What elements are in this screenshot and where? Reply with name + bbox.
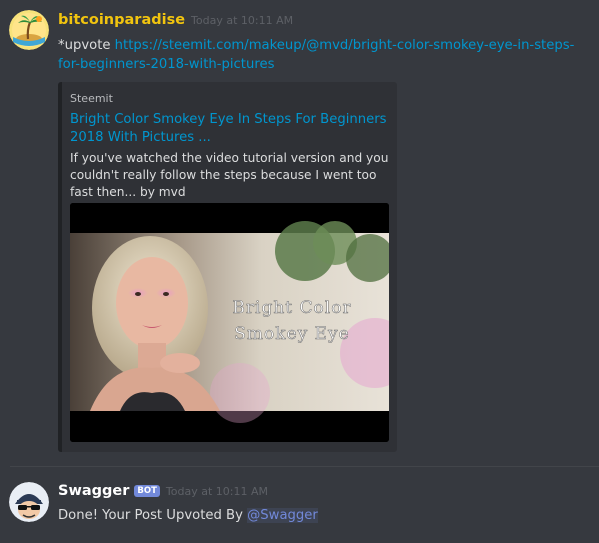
sunglasses-bot-icon — [9, 482, 49, 522]
palm-island-icon — [9, 10, 49, 50]
message-header: Swagger BOT Today at 10:11 AM — [58, 483, 268, 499]
bot-badge: BOT — [134, 485, 160, 497]
message-bitcoinparadise: bitcoinparadise Today at 10:11 AM *upvot… — [0, 0, 599, 462]
message-swagger: Swagger BOT Today at 10:11 AM Done! Your… — [0, 470, 599, 543]
message-header: bitcoinparadise Today at 10:11 AM — [58, 12, 293, 28]
image-caption-line1: Bright Color — [232, 298, 351, 318]
image-caption-line2: Smokey Eye — [234, 324, 349, 344]
embed-title[interactable]: Bright Color Smokey Eye In Steps For Beg… — [70, 111, 390, 147]
message-content: Done! Your Post Upvoted By @Swagger — [58, 506, 591, 525]
message-link[interactable]: https://steemit.com/makeup/@mvd/bright-c… — [58, 38, 574, 72]
avatar[interactable] — [9, 482, 49, 522]
embed-description: If you've watched the video tutorial ver… — [70, 151, 389, 199]
message-content: *upvote https://steemit.com/makeup/@mvd/… — [58, 36, 591, 74]
embed-thumbnail-image[interactable]: Bright Color Smokey Eye — [70, 203, 389, 442]
timestamp: Today at 10:11 AM — [165, 485, 268, 498]
message-divider — [10, 466, 599, 467]
message-text: *upvote — [58, 38, 115, 53]
avatar[interactable] — [9, 10, 49, 50]
embed-provider[interactable]: Steemit — [70, 92, 113, 105]
makeup-photo-image: Bright Color Smokey Eye — [70, 203, 389, 442]
user-mention[interactable]: @Swagger — [247, 508, 318, 523]
timestamp: Today at 10:11 AM — [191, 14, 294, 27]
username[interactable]: bitcoinparadise — [58, 12, 185, 28]
username[interactable]: Swagger — [58, 483, 129, 499]
link-embed: Steemit Bright Color Smokey Eye In Steps… — [58, 82, 397, 452]
message-text: Done! Your Post Upvoted By — [58, 508, 248, 523]
